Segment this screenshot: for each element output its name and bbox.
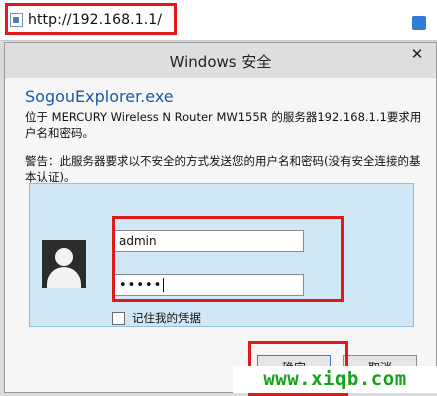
windows-security-dialog: Windows 安全 ✕ SogouExplorer.exe 位于 MERCUR…	[4, 42, 437, 396]
address-highlight-box	[5, 3, 177, 35]
remember-label: 记住我的凭据	[132, 311, 201, 325]
dialog-titlebar: Windows 安全 ✕	[5, 43, 436, 78]
credentials-highlight-box	[112, 216, 344, 302]
browser-address-strip: http://192.168.1.1/	[0, 0, 437, 41]
close-icon[interactable]: ✕	[404, 43, 430, 65]
site-watermark: www.xiqb.com	[233, 366, 437, 393]
avatar-shoulders	[47, 267, 81, 288]
remember-checkbox[interactable]	[112, 311, 125, 325]
auth-message: 位于 MERCURY Wireless N Router MW155R 的服务器…	[25, 110, 422, 140]
app-name: SogouExplorer.exe	[25, 87, 174, 106]
browser-button-icon[interactable]	[412, 16, 426, 30]
dialog-title: Windows 安全	[169, 53, 272, 71]
credential-panel: admin ••••• 记住我的凭据	[29, 183, 414, 327]
security-warning: 警告：此服务器要求以不安全的方式发送您的用户名和密码(没有安全连接的基本认证)。	[25, 154, 421, 184]
remember-credentials[interactable]: 记住我的凭据	[112, 310, 201, 326]
user-avatar-icon	[42, 240, 86, 288]
avatar-head	[55, 248, 73, 266]
